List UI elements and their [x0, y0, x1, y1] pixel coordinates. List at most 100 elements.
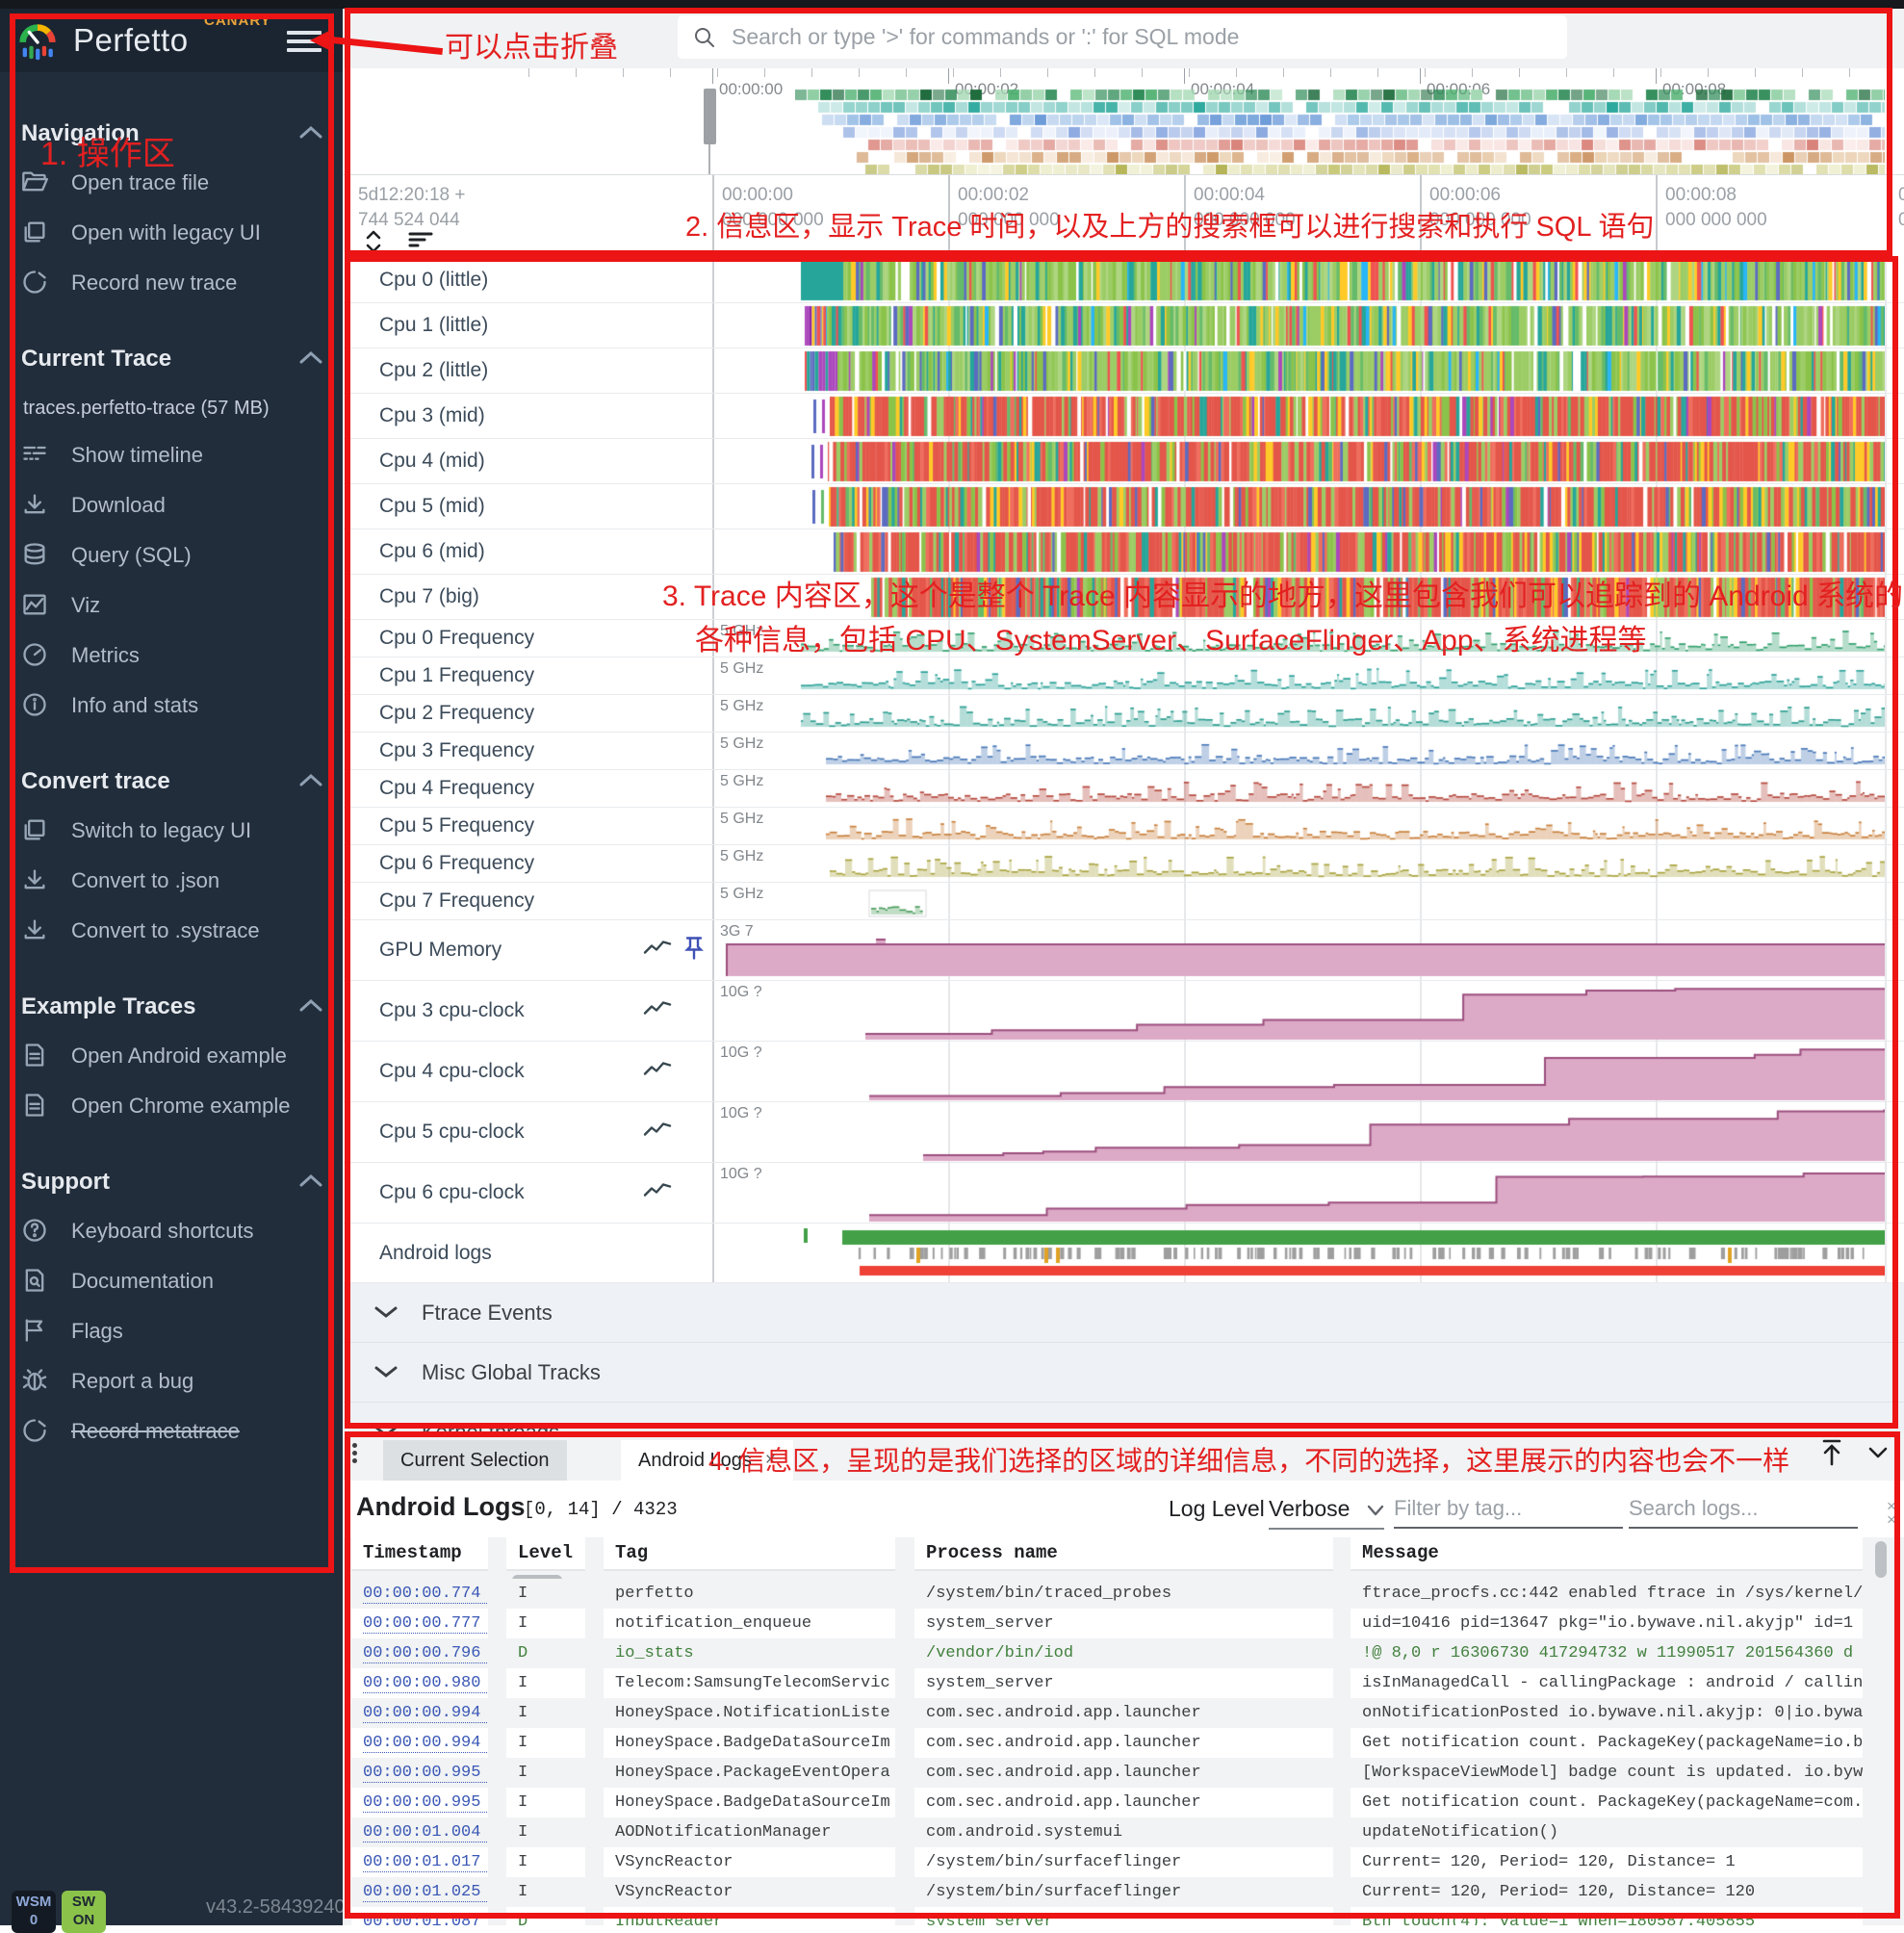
log-timestamp-link[interactable]: 00:00:00.777 34: [351, 1609, 488, 1638]
log-timestamp-link[interactable]: 00:00:00.995 08: [351, 1758, 488, 1788]
sidebar-item-show-timeline[interactable]: Show timeline: [21, 441, 323, 470]
track-row-cpu-4-mid-[interactable]: Cpu 4 (mid): [343, 439, 1904, 484]
sidebar-item-query-sql-[interactable]: Query (SQL): [21, 541, 323, 570]
track-canvas[interactable]: [712, 1042, 1885, 1102]
log-timestamp-link[interactable]: 00:00:00.796 14: [351, 1638, 488, 1668]
track-canvas[interactable]: [712, 1224, 1885, 1283]
sidebar-item-record-metatrace[interactable]: Record metatrace: [21, 1417, 323, 1446]
column-header-timestamp[interactable]: Timestamp: [351, 1537, 488, 1571]
track-canvas[interactable]: [712, 258, 1885, 303]
sidebar-item-keyboard-shortcuts[interactable]: Keyboard shortcuts: [21, 1217, 323, 1246]
track-canvas[interactable]: [712, 575, 1885, 620]
track-canvas[interactable]: [712, 439, 1885, 484]
sidebar-item-viz[interactable]: Viz: [21, 591, 323, 620]
search-logs-input[interactable]: Search logs...: [1629, 1496, 1858, 1529]
track-row-cpu-3-cpu-clock[interactable]: Cpu 3 cpu-clock10G ?: [343, 981, 1904, 1042]
section-header[interactable]: Current Trace: [21, 346, 323, 373]
overview-minimap[interactable]: [795, 89, 1885, 179]
track-canvas[interactable]: [712, 883, 1885, 920]
log-timestamp-link[interactable]: 00:00:01.004 92: [351, 1817, 488, 1847]
track-row-cpu-5-cpu-clock[interactable]: Cpu 5 cpu-clock10G ?: [343, 1102, 1904, 1163]
trend-icon[interactable]: [643, 999, 672, 1023]
tab-current-selection[interactable]: Current Selection: [383, 1440, 567, 1481]
close-tab-icon[interactable]: ×: [765, 1450, 776, 1471]
log-timestamp-link[interactable]: 00:00:01.025 31: [351, 1877, 488, 1907]
section-header[interactable]: Support: [21, 1169, 323, 1196]
track-group-kernel-threads[interactable]: Kernel threads: [343, 1403, 1904, 1432]
track-canvas[interactable]: [712, 394, 1885, 439]
timeline-overview[interactable]: 00:00:0000:00:0200:00:0400:00:0600:00:08: [343, 68, 1904, 174]
column-header-tag[interactable]: Tag: [604, 1537, 895, 1571]
column-header-process-name[interactable]: Process name: [914, 1537, 1333, 1571]
track-row-gpu-memory[interactable]: GPU Memory3G 7: [343, 920, 1904, 981]
log-timestamp-link[interactable]: 00:00:00.774 87: [351, 1579, 488, 1609]
track-canvas[interactable]: [712, 1163, 1885, 1224]
track-row-cpu-2-frequency[interactable]: Cpu 2 Frequency5 GHz: [343, 695, 1904, 733]
track-row-cpu-5-mid-[interactable]: Cpu 5 (mid): [343, 484, 1904, 529]
column-header-message[interactable]: Message: [1351, 1537, 1863, 1571]
search-input[interactable]: [730, 23, 1567, 51]
sidebar-item-open-trace-file[interactable]: Open trace file: [21, 168, 323, 197]
track-row-cpu-3-mid-[interactable]: Cpu 3 (mid): [343, 394, 1904, 439]
sidebar-item-record-new-trace[interactable]: Record new trace: [21, 269, 323, 297]
chevron-up-icon[interactable]: [298, 997, 323, 1018]
pin-icon[interactable]: [683, 935, 705, 966]
log-timestamp-link[interactable]: 00:00:01.017 07: [351, 1847, 488, 1877]
sidebar-item-download[interactable]: Download: [21, 491, 323, 520]
track-row-cpu-1-little-[interactable]: Cpu 1 (little): [343, 303, 1904, 348]
track-canvas[interactable]: [712, 1102, 1885, 1163]
sidebar-item-open-android-example[interactable]: Open Android example: [21, 1042, 323, 1070]
log-timestamp-link[interactable]: 00:00:00.995 21: [351, 1788, 488, 1817]
log-table-scrollbar[interactable]: [1875, 1537, 1887, 1925]
tab-android-logs[interactable]: Android Logs×: [621, 1440, 793, 1481]
chevron-up-icon[interactable]: [298, 1173, 323, 1193]
track-row-cpu-3-frequency[interactable]: Cpu 3 Frequency5 GHz: [343, 733, 1904, 770]
column-header-level[interactable]: Level: [506, 1537, 585, 1571]
track-canvas[interactable]: [712, 981, 1885, 1042]
clear-filter-icon[interactable]: ××: [1887, 1500, 1896, 1526]
track-row-cpu-2-little-[interactable]: Cpu 2 (little): [343, 348, 1904, 394]
track-canvas[interactable]: [712, 620, 1885, 657]
sidebar-item-convert-to-systrace[interactable]: Convert to .systrace: [21, 916, 323, 945]
track-canvas[interactable]: [712, 845, 1885, 883]
track-row-cpu-4-frequency[interactable]: Cpu 4 Frequency5 GHz: [343, 770, 1904, 808]
sidebar-item-documentation[interactable]: Documentation: [21, 1267, 323, 1296]
track-row-cpu-7-frequency[interactable]: Cpu 7 Frequency5 GHz: [343, 883, 1904, 920]
sidebar-item-metrics[interactable]: Metrics: [21, 641, 323, 670]
collapse-panel-icon[interactable]: [1865, 1438, 1891, 1467]
sidebar-item-convert-to-json[interactable]: Convert to .json: [21, 866, 323, 895]
track-canvas[interactable]: [712, 733, 1885, 770]
track-row-cpu-1-frequency[interactable]: Cpu 1 Frequency5 GHz: [343, 657, 1904, 695]
sidebar-item-open-chrome-example[interactable]: Open Chrome example: [21, 1092, 323, 1121]
track-row-android-logs[interactable]: Android logs: [343, 1224, 1904, 1283]
viewport-brush-handle[interactable]: [704, 89, 716, 144]
trend-icon[interactable]: [643, 939, 672, 963]
chevron-up-icon[interactable]: [298, 772, 323, 792]
sidebar-item-report-a-bug[interactable]: Report a bug: [21, 1367, 323, 1396]
track-row-cpu-6-mid-[interactable]: Cpu 6 (mid): [343, 529, 1904, 575]
track-row-cpu-0-frequency[interactable]: Cpu 0 Frequency5 GHz: [343, 620, 1904, 657]
track-row-cpu-0-little-[interactable]: Cpu 0 (little): [343, 258, 1904, 303]
track-group-misc-global-tracks[interactable]: Misc Global Tracks: [343, 1343, 1904, 1403]
track-row-cpu-5-frequency[interactable]: Cpu 5 Frequency5 GHz: [343, 808, 1904, 845]
sidebar-item-open-with-legacy-ui[interactable]: Open with legacy UI: [21, 219, 323, 247]
section-header[interactable]: Convert trace: [21, 768, 323, 795]
trend-icon[interactable]: [643, 1181, 672, 1205]
section-header[interactable]: Navigation: [21, 120, 323, 147]
track-canvas[interactable]: [712, 657, 1885, 695]
track-canvas[interactable]: [712, 484, 1885, 529]
track-canvas[interactable]: [712, 529, 1885, 575]
expand-collapse-icon[interactable]: [364, 229, 383, 254]
track-canvas[interactable]: [712, 695, 1885, 733]
omnibox[interactable]: [678, 15, 1567, 59]
track-canvas[interactable]: [712, 920, 1885, 981]
track-canvas[interactable]: [712, 808, 1885, 845]
filter-by-tag-input[interactable]: Filter by tag...: [1394, 1496, 1623, 1529]
track-row-cpu-4-cpu-clock[interactable]: Cpu 4 cpu-clock10G ?: [343, 1042, 1904, 1102]
section-header[interactable]: Example Traces: [21, 993, 323, 1020]
track-row-cpu-7-big-[interactable]: Cpu 7 (big): [343, 575, 1904, 620]
track-row-cpu-6-cpu-clock[interactable]: Cpu 6 cpu-clock10G ?: [343, 1163, 1904, 1224]
log-timestamp-link[interactable]: 00:00:00.994 48: [351, 1698, 488, 1728]
chevron-up-icon[interactable]: [298, 124, 323, 144]
log-timestamp-link[interactable]: 00:00:00.980 28: [351, 1668, 488, 1698]
